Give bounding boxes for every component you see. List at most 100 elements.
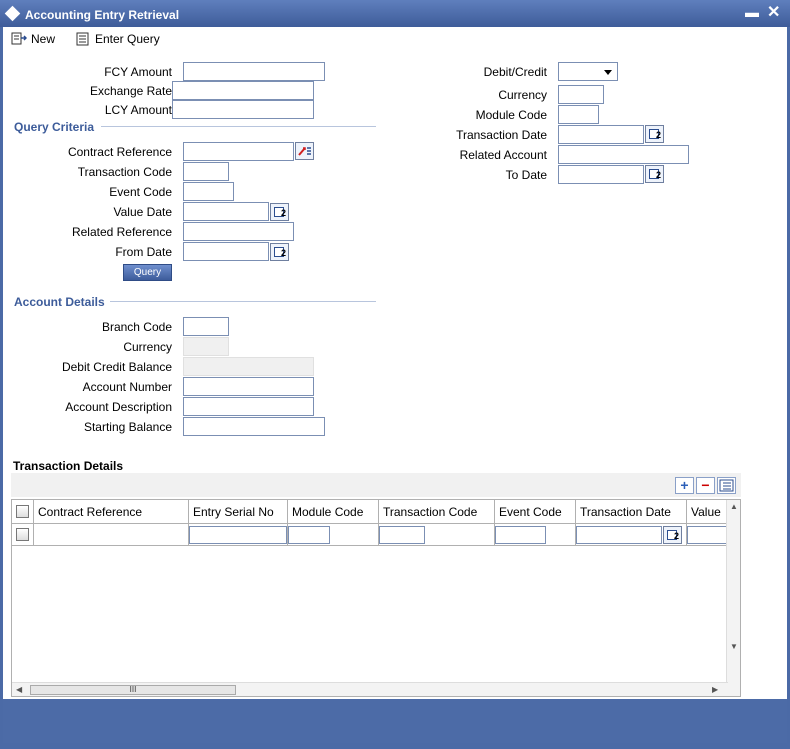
column-header[interactable]: Transaction Date <box>576 500 687 524</box>
query-button[interactable]: Query <box>123 264 172 281</box>
calendar-icon[interactable] <box>645 165 664 183</box>
account-number-input[interactable] <box>183 377 314 396</box>
table-row <box>12 524 732 546</box>
event-code-cell-input[interactable] <box>495 526 546 544</box>
minimize-button[interactable]: ▬ <box>745 4 759 20</box>
list-view-icon <box>719 479 734 492</box>
horizontal-scrollbar[interactable]: ◀ III ▶ <box>12 682 728 696</box>
title-bar: Accounting Entry Retrieval ▬ ✕ <box>0 0 790 27</box>
value-date-cell-input[interactable] <box>687 526 727 544</box>
starting-balance-input[interactable] <box>183 417 325 436</box>
delete-row-button[interactable]: − <box>696 477 715 494</box>
transaction-grid: Contract Reference Entry Serial No Modul… <box>11 499 741 697</box>
value-date-input[interactable] <box>183 202 269 221</box>
value-date-label: Value Date <box>113 205 172 219</box>
debit-credit-select[interactable] <box>558 62 618 81</box>
query-criteria-title: Query Criteria <box>14 120 95 134</box>
section-divider <box>110 301 376 302</box>
contract-reference-label: Contract Reference <box>67 145 172 159</box>
transaction-code-cell-input[interactable] <box>379 526 425 544</box>
scroll-up-icon[interactable]: ▲ <box>730 502 738 511</box>
scroll-right-icon[interactable]: ▶ <box>712 685 718 694</box>
related-reference-input[interactable] <box>183 222 294 241</box>
window-title: Accounting Entry Retrieval <box>25 8 180 22</box>
transaction-date-cell-input[interactable] <box>576 526 662 544</box>
list-of-values-icon <box>298 147 311 156</box>
horizontal-scroll-thumb[interactable]: III <box>30 685 236 695</box>
account-description-input[interactable] <box>183 397 314 416</box>
event-code-label: Event Code <box>109 185 172 199</box>
toolbar: New Enter Query <box>3 27 787 51</box>
debit-credit-balance-label: Debit Credit Balance <box>61 360 172 374</box>
fcy-amount-label: FCY Amount <box>104 65 172 79</box>
section-divider <box>101 126 376 127</box>
transaction-code-input[interactable] <box>183 162 229 181</box>
exchange-rate-input[interactable] <box>172 81 314 100</box>
related-account-input[interactable] <box>558 145 689 164</box>
calendar-icon[interactable] <box>270 203 289 221</box>
lov-button[interactable] <box>295 142 314 160</box>
currency-label: Currency <box>498 88 547 102</box>
main-content: New Enter Query FCY Amount Exchange Rate… <box>3 27 787 699</box>
calendar-icon[interactable] <box>645 125 664 143</box>
new-button[interactable]: New <box>11 30 55 48</box>
bottom-bar <box>3 699 787 743</box>
enter-query-label: Enter Query <box>95 32 160 46</box>
app-diamond-icon <box>4 5 21 22</box>
scroll-left-icon[interactable]: ◀ <box>16 685 22 694</box>
grid-toolbar: + − <box>11 473 741 497</box>
column-header[interactable]: Module Code <box>288 500 379 524</box>
select-all-checkbox[interactable] <box>16 505 29 518</box>
column-header[interactable]: Event Code <box>495 500 576 524</box>
calendar-icon[interactable] <box>270 243 289 261</box>
account-currency-label: Currency <box>123 340 172 354</box>
contract-reference-cell <box>34 524 189 546</box>
contract-reference-input[interactable] <box>183 142 294 161</box>
column-header[interactable]: Entry Serial No <box>189 500 288 524</box>
module-code-input[interactable] <box>558 105 599 124</box>
transaction-code-label: Transaction Code <box>77 165 172 179</box>
add-row-button[interactable]: + <box>675 477 694 494</box>
vertical-scrollbar[interactable]: ▲ ▼ <box>726 500 740 696</box>
related-reference-label: Related Reference <box>71 225 172 239</box>
account-currency-field <box>183 337 229 356</box>
transaction-date-input[interactable] <box>558 125 644 144</box>
column-header[interactable]: Contract Reference <box>34 500 189 524</box>
account-description-label: Account Description <box>65 400 172 414</box>
lcy-amount-input[interactable] <box>172 100 314 119</box>
column-header[interactable]: Transaction Code <box>379 500 495 524</box>
scroll-down-icon[interactable]: ▼ <box>730 642 738 651</box>
chevron-down-icon <box>604 70 612 75</box>
grid-header: Contract Reference Entry Serial No Modul… <box>12 500 732 524</box>
calendar-icon[interactable] <box>663 526 682 544</box>
single-view-button[interactable] <box>717 477 736 494</box>
related-account-label: Related Account <box>459 148 547 162</box>
module-code-label: Module Code <box>475 108 547 122</box>
account-number-label: Account Number <box>82 380 172 394</box>
app-window: Accounting Entry Retrieval ▬ ✕ New Enter… <box>0 0 790 749</box>
new-label: New <box>31 32 56 46</box>
from-date-label: From Date <box>115 245 172 259</box>
entry-serial-input[interactable] <box>189 526 287 544</box>
transaction-details-title: Transaction Details <box>13 459 124 473</box>
account-details-title: Account Details <box>14 295 105 309</box>
exchange-rate-label: Exchange Rate <box>89 84 172 98</box>
branch-code-input[interactable] <box>183 317 229 336</box>
new-document-icon <box>11 32 28 46</box>
starting-balance-label: Starting Balance <box>83 420 172 434</box>
fcy-amount-input[interactable] <box>183 62 325 81</box>
transaction-grid-area: + − Contract Reference Entry Serial No M… <box>11 473 741 699</box>
select-all-cell <box>12 500 34 524</box>
event-code-input[interactable] <box>183 182 234 201</box>
close-button[interactable]: ✕ <box>767 2 780 22</box>
from-date-input[interactable] <box>183 242 269 261</box>
lcy-amount-label: LCY Amount <box>104 103 172 117</box>
branch-code-label: Branch Code <box>101 320 172 334</box>
debit-credit-balance-field <box>183 357 314 376</box>
currency-input[interactable] <box>558 85 604 104</box>
to-date-input[interactable] <box>558 165 644 184</box>
enter-query-button[interactable]: Enter Query <box>75 30 160 48</box>
row-checkbox[interactable] <box>16 528 29 541</box>
to-date-label: To Date <box>505 168 547 182</box>
module-code-cell-input[interactable] <box>288 526 330 544</box>
